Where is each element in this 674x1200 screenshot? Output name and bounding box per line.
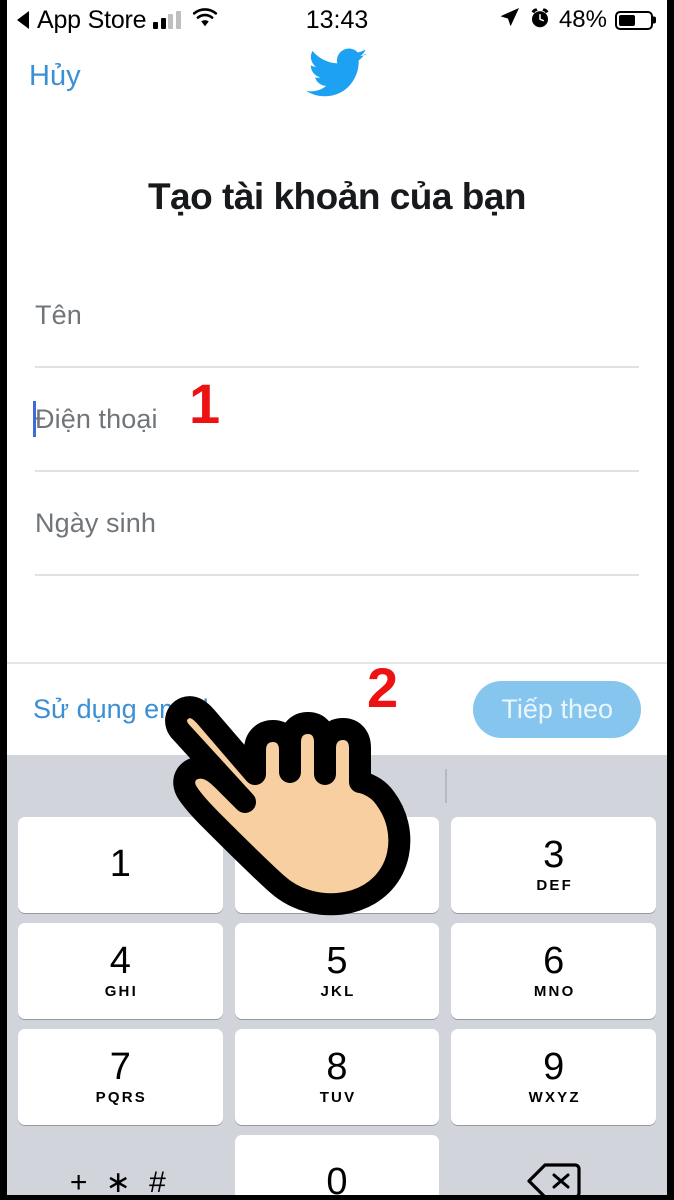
status-bar-right: 48% [498, 6, 653, 34]
key-letters: WXYZ [528, 1088, 581, 1106]
numeric-keyboard: 81 1 2 ABC 3 DEF 4 GHI 5 JKL 6 MNO 7 PQR… [7, 755, 667, 1195]
key-symbols-label: + ∗ # [69, 1166, 171, 1200]
location-arrow-icon [498, 6, 521, 34]
birthdate-field-label: Ngày sinh [35, 507, 156, 538]
key-letters: PQRS [95, 1088, 147, 1106]
key-number: 5 [326, 940, 348, 983]
text-caret [33, 401, 36, 437]
status-bar: App Store 13:43 48% [7, 0, 667, 40]
key-0[interactable]: 0 [234, 1135, 440, 1200]
battery-icon [615, 10, 653, 30]
backspace-key[interactable] [451, 1135, 656, 1195]
key-letters: ABC [318, 876, 358, 894]
key-letters: DEF [536, 876, 573, 894]
use-email-button[interactable]: Sử dụng email [33, 694, 209, 725]
alarm-clock-icon [529, 7, 551, 34]
key-letters: JKL [320, 982, 356, 1000]
predictive-bar: 81 [12, 755, 662, 817]
back-arrow-icon[interactable] [17, 11, 29, 29]
key-7[interactable]: 7 PQRS [18, 1029, 223, 1125]
key-number: 2 [326, 834, 348, 877]
phone-screen: App Store 13:43 48% Hủy Tạo tài khoản củ… [0, 0, 674, 1200]
key-number: 6 [543, 940, 565, 983]
key-number: 7 [109, 1046, 131, 1089]
key-number: 8 [326, 1046, 348, 1089]
page-title: Tạo tài khoản của bạn [147, 176, 527, 217]
cancel-button[interactable]: Hủy [29, 61, 81, 91]
phone-field-label: Điện thoại [35, 403, 158, 434]
key-6[interactable]: 6 MNO [451, 923, 656, 1019]
key-2[interactable]: 2 ABC [234, 817, 440, 913]
key-letters: MNO [533, 982, 576, 1000]
name-field-label: Tên [35, 299, 82, 330]
key-8[interactable]: 8 TUV [234, 1029, 440, 1125]
nav-bar: Hủy [7, 40, 667, 112]
phone-field[interactable]: Điện thoại [33, 368, 639, 472]
key-1[interactable]: 1 [18, 817, 223, 913]
twitter-bird-icon [7, 48, 667, 100]
status-bar-left: App Store [17, 6, 218, 35]
next-button[interactable]: Tiếp theo [473, 681, 641, 738]
field-list: Tên Điện thoại Ngày sinh [7, 264, 667, 576]
key-5[interactable]: 5 JKL [234, 923, 440, 1019]
predictive-suggestion[interactable]: 81 [229, 771, 446, 802]
back-app-label[interactable]: App Store [37, 6, 147, 35]
key-number: 9 [543, 1046, 565, 1089]
key-number: 3 [543, 834, 565, 877]
wifi-icon [192, 8, 218, 32]
key-letters: GHI [104, 982, 138, 1000]
key-9[interactable]: 9 WXYZ [451, 1029, 656, 1125]
key-number: 1 [109, 842, 131, 885]
key-number: 4 [109, 940, 131, 983]
key-4[interactable]: 4 GHI [18, 923, 223, 1019]
signup-form: Tạo tài khoản của bạn Tên Điện thoại Ngà… [7, 112, 667, 662]
key-3[interactable]: 3 DEF [451, 817, 656, 913]
keypad: 1 2 ABC 3 DEF 4 GHI 5 JKL 6 MNO 7 PQRS 8… [12, 817, 662, 1200]
battery-percent-label: 48% [558, 6, 607, 33]
signal-bars-icon [153, 10, 181, 29]
key-number: 0 [326, 1161, 348, 1200]
action-bar: Sử dụng email Tiếp theo [7, 662, 667, 755]
key-letters: TUV [319, 1088, 357, 1106]
name-field[interactable]: Tên [35, 264, 639, 368]
key-symbols[interactable]: + ∗ # [18, 1135, 223, 1200]
backspace-icon [527, 1162, 581, 1195]
birthdate-field[interactable]: Ngày sinh [35, 472, 639, 576]
